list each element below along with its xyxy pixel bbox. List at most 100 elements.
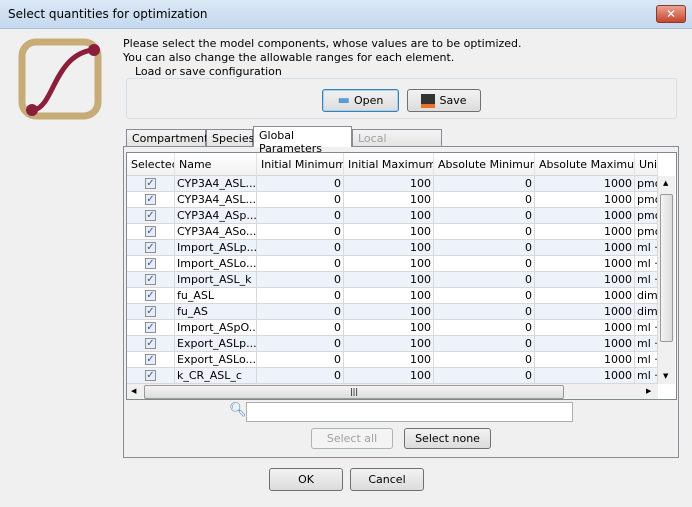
table-row[interactable]: ✓Import_ASLp...010001000ml · ( xyxy=(127,240,658,256)
selected-cell[interactable]: ✓ xyxy=(127,272,175,288)
name-cell[interactable]: fu_ASL xyxy=(175,288,257,304)
init-max-cell[interactable]: 100 xyxy=(344,368,434,384)
table-row[interactable]: ✓Import_ASLo...010001000ml · ( xyxy=(127,256,658,272)
table-row[interactable]: ✓fu_AS010001000dimer xyxy=(127,304,658,320)
selected-checkbox[interactable]: ✓ xyxy=(145,306,156,317)
abs-min-cell[interactable]: 0 xyxy=(434,272,535,288)
unit-cell[interactable]: dimer xyxy=(635,288,658,304)
abs-min-cell[interactable]: 0 xyxy=(434,192,535,208)
column-header[interactable]: Absolute Minimum xyxy=(434,153,535,176)
open-button[interactable]: ▬ Open xyxy=(322,89,399,112)
selected-checkbox[interactable]: ✓ xyxy=(145,274,156,285)
ok-button[interactable]: OK xyxy=(269,468,343,491)
abs-min-cell[interactable]: 0 xyxy=(434,288,535,304)
abs-max-cell[interactable]: 1000 xyxy=(535,320,635,336)
selected-cell[interactable]: ✓ xyxy=(127,176,175,192)
unit-cell[interactable]: ml · ( xyxy=(635,352,658,368)
init-max-cell[interactable]: 100 xyxy=(344,176,434,192)
name-cell[interactable]: CYP3A4_ASL... xyxy=(175,192,257,208)
abs-min-cell[interactable]: 0 xyxy=(434,256,535,272)
abs-max-cell[interactable]: 1000 xyxy=(535,224,635,240)
abs-min-cell[interactable]: 0 xyxy=(434,240,535,256)
selected-cell[interactable]: ✓ xyxy=(127,368,175,384)
column-header[interactable]: Unit xyxy=(635,153,658,176)
init-min-cell[interactable]: 0 xyxy=(257,320,344,336)
tab-global-parameters[interactable]: Global Parameters xyxy=(253,126,352,155)
init-max-cell[interactable]: 100 xyxy=(344,224,434,240)
init-min-cell[interactable]: 0 xyxy=(257,256,344,272)
init-max-cell[interactable]: 100 xyxy=(344,320,434,336)
name-cell[interactable]: Export_ASLo... xyxy=(175,352,257,368)
abs-min-cell[interactable]: 0 xyxy=(434,304,535,320)
unit-cell[interactable]: pmol xyxy=(635,208,658,224)
abs-min-cell[interactable]: 0 xyxy=(434,320,535,336)
scroll-left-icon[interactable]: ◀ xyxy=(131,387,136,395)
unit-cell[interactable]: pmol xyxy=(635,224,658,240)
cancel-button[interactable]: Cancel xyxy=(350,468,424,491)
table-row[interactable]: ✓k_CR_ASL_c010001000ml · ( xyxy=(127,368,658,384)
name-cell[interactable]: Export_ASLp... xyxy=(175,336,257,352)
selected-cell[interactable]: ✓ xyxy=(127,288,175,304)
name-cell[interactable]: Import_ASLo... xyxy=(175,256,257,272)
selected-checkbox[interactable]: ✓ xyxy=(145,242,156,253)
name-cell[interactable]: fu_AS xyxy=(175,304,257,320)
name-cell[interactable]: CYP3A4_ASo... xyxy=(175,224,257,240)
tab-species[interactable]: Species xyxy=(206,129,254,147)
selected-checkbox[interactable]: ✓ xyxy=(145,322,156,333)
unit-cell[interactable]: dimer xyxy=(635,304,658,320)
selected-checkbox[interactable]: ✓ xyxy=(145,194,156,205)
column-header[interactable]: Absolute Maximum xyxy=(535,153,635,176)
name-cell[interactable]: Import_ASL_k xyxy=(175,272,257,288)
init-min-cell[interactable]: 0 xyxy=(257,352,344,368)
selected-cell[interactable]: ✓ xyxy=(127,352,175,368)
selected-checkbox[interactable]: ✓ xyxy=(145,226,156,237)
init-min-cell[interactable]: 0 xyxy=(257,208,344,224)
abs-max-cell[interactable]: 1000 xyxy=(535,192,635,208)
table-row[interactable]: ✓Export_ASLo...010001000ml · ( xyxy=(127,352,658,368)
unit-cell[interactable]: pmol xyxy=(635,192,658,208)
unit-cell[interactable]: ml · ( xyxy=(635,336,658,352)
table-row[interactable]: ✓CYP3A4_ASo...010001000pmol xyxy=(127,224,658,240)
init-min-cell[interactable]: 0 xyxy=(257,368,344,384)
table-row[interactable]: ✓Export_ASLp...010001000ml · ( xyxy=(127,336,658,352)
table-row[interactable]: ✓fu_ASL010001000dimer xyxy=(127,288,658,304)
abs-max-cell[interactable]: 1000 xyxy=(535,352,635,368)
table-row[interactable]: ✓CYP3A4_ASL...010001000pmol xyxy=(127,192,658,208)
abs-max-cell[interactable]: 1000 xyxy=(535,256,635,272)
column-header[interactable]: Name xyxy=(175,153,257,176)
tab-compartments[interactable]: Compartments xyxy=(126,129,214,147)
table-row[interactable]: ✓Import_ASL_k010001000ml · ( xyxy=(127,272,658,288)
selected-cell[interactable]: ✓ xyxy=(127,240,175,256)
selected-cell[interactable]: ✓ xyxy=(127,192,175,208)
selected-cell[interactable]: ✓ xyxy=(127,320,175,336)
selected-cell[interactable]: ✓ xyxy=(127,224,175,240)
table-row[interactable]: ✓CYP3A4_ASL...010001000pmol xyxy=(127,176,658,192)
search-input[interactable] xyxy=(246,402,573,422)
abs-max-cell[interactable]: 1000 xyxy=(535,240,635,256)
selected-cell[interactable]: ✓ xyxy=(127,304,175,320)
init-min-cell[interactable]: 0 xyxy=(257,288,344,304)
abs-min-cell[interactable]: 0 xyxy=(434,208,535,224)
save-button[interactable]: Save xyxy=(407,89,481,112)
selected-checkbox[interactable]: ✓ xyxy=(145,178,156,189)
init-max-cell[interactable]: 100 xyxy=(344,352,434,368)
scroll-up-icon[interactable]: ▲ xyxy=(663,179,668,187)
init-min-cell[interactable]: 0 xyxy=(257,272,344,288)
column-header[interactable]: Initial Minimum xyxy=(257,153,344,176)
init-min-cell[interactable]: 0 xyxy=(257,176,344,192)
abs-max-cell[interactable]: 1000 xyxy=(535,288,635,304)
table-row[interactable]: ✓CYP3A4_ASp...010001000pmol xyxy=(127,208,658,224)
abs-max-cell[interactable]: 1000 xyxy=(535,176,635,192)
horizontal-scrollbar[interactable]: ◀ ||| ▶ xyxy=(127,384,658,399)
init-max-cell[interactable]: 100 xyxy=(344,208,434,224)
abs-min-cell[interactable]: 0 xyxy=(434,176,535,192)
abs-min-cell[interactable]: 0 xyxy=(434,336,535,352)
abs-min-cell[interactable]: 0 xyxy=(434,352,535,368)
vertical-scroll-thumb[interactable] xyxy=(660,194,673,342)
selected-checkbox[interactable]: ✓ xyxy=(145,370,156,381)
column-header[interactable]: Initial Maximum xyxy=(344,153,434,176)
name-cell[interactable]: Import_ASpO... xyxy=(175,320,257,336)
abs-max-cell[interactable]: 1000 xyxy=(535,304,635,320)
selected-checkbox[interactable]: ✓ xyxy=(145,258,156,269)
abs-max-cell[interactable]: 1000 xyxy=(535,336,635,352)
